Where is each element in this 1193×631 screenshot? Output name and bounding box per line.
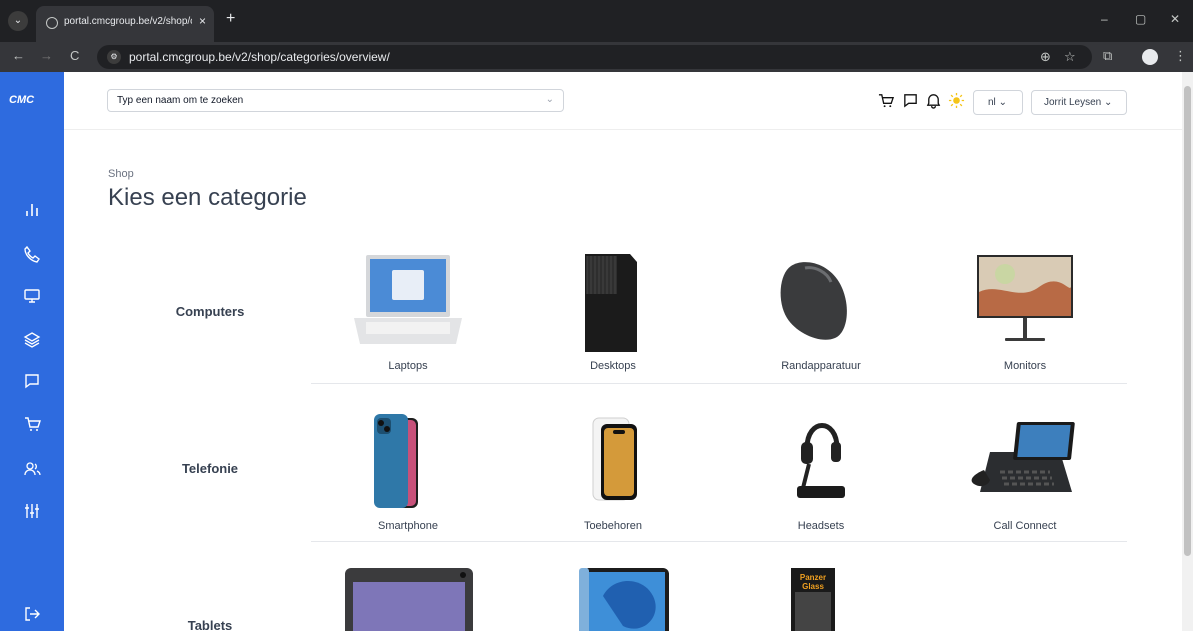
product-label: Desktops: [590, 360, 636, 372]
product-label: Monitors: [1003, 360, 1047, 372]
smartphone-image: [374, 414, 418, 508]
chevron-down-icon: ⌄: [998, 97, 1007, 108]
cart-icon[interactable]: [23, 415, 41, 433]
back-button[interactable]: ←: [12, 48, 25, 63]
sidebar: CMC: [0, 72, 64, 631]
tab-close-button[interactable]: ×: [199, 14, 206, 28]
new-tab-button[interactable]: +: [226, 10, 235, 28]
product-monitors[interactable]: Monitors: [925, 252, 1125, 372]
chat-icon[interactable]: [902, 92, 919, 109]
laptop-image: [354, 255, 462, 344]
cmc-logo[interactable]: CMC: [9, 94, 34, 106]
ipad-image: [579, 568, 669, 631]
product-label: Toebehoren: [583, 520, 643, 532]
chevron-down-icon: ⌄: [1104, 97, 1113, 108]
address-bar[interactable]: ⚙ portal.cmcgroup.be/v2/shop/categories/…: [97, 45, 1092, 69]
tab-search-button[interactable]: ⌄: [8, 11, 28, 31]
chat-icon[interactable]: [23, 372, 41, 390]
product-desktops[interactable]: Desktops: [513, 252, 713, 372]
globe-icon: [46, 17, 58, 29]
desk-phone-image: [971, 422, 1075, 492]
category-label-telefonie: Telefonie: [181, 461, 239, 476]
screen-protector-image: [592, 417, 637, 501]
language-value: nl: [988, 97, 996, 108]
search-placeholder: Typ een naam om te zoeken: [117, 95, 244, 106]
browser-toolbar: ← → C ⚙ portal.cmcgroup.be/v2/shop/categ…: [0, 42, 1193, 72]
search-select[interactable]: Typ een naam om te zoeken ⌄: [107, 89, 564, 112]
product-tablet-2[interactable]: [513, 566, 713, 631]
bell-icon[interactable]: [925, 92, 942, 109]
scrollbar-thumb[interactable]: [1184, 86, 1191, 556]
product-label: Call Connect: [993, 520, 1057, 532]
product-call-connect[interactable]: Call Connect: [925, 412, 1125, 532]
mouse-image: [780, 262, 847, 340]
tablet-image: [345, 568, 473, 631]
chart-icon[interactable]: [23, 200, 41, 218]
category-divider: [311, 383, 1127, 384]
tab-title: portal.cmcgroup.be/v2/shop/c: [64, 16, 192, 27]
forward-button[interactable]: →: [40, 48, 53, 63]
headset-image: [797, 423, 845, 498]
extensions-icon[interactable]: ⧉: [1103, 48, 1112, 64]
product-label: Randapparatuur: [781, 360, 861, 372]
product-headsets[interactable]: Headsets: [721, 412, 921, 532]
bookmark-star-icon[interactable]: ☆: [1064, 49, 1076, 65]
top-header: Typ een naam om te zoeken ⌄ nl ⌄ Jorrit …: [64, 72, 1182, 130]
product-laptops[interactable]: Laptops: [308, 252, 508, 372]
profile-icon[interactable]: [1142, 49, 1158, 65]
product-tablet-1[interactable]: [308, 566, 508, 631]
sliders-icon[interactable]: [23, 502, 41, 520]
cart-icon[interactable]: [878, 92, 895, 109]
category-label-computers: Computers: [175, 304, 245, 319]
panzerglass-image: Panzer Glass: [791, 568, 835, 631]
users-icon[interactable]: [23, 460, 41, 478]
user-name: Jorrit Leysen: [1044, 97, 1102, 108]
minimize-button[interactable]: –: [1101, 12, 1108, 26]
product-toebehoren[interactable]: Toebehoren: [513, 412, 713, 532]
product-randapparatuur[interactable]: Randapparatuur: [721, 252, 921, 372]
layers-icon[interactable]: [23, 331, 41, 349]
scrollbar[interactable]: [1182, 72, 1193, 631]
product-smartphone[interactable]: Smartphone: [308, 412, 508, 532]
monitor-image: [977, 255, 1073, 341]
close-window-button[interactable]: ✕: [1170, 12, 1180, 26]
phone-icon[interactable]: [23, 245, 41, 263]
browser-tab[interactable]: portal.cmcgroup.be/v2/shop/c ×: [36, 6, 214, 42]
page-title: Kies een categorie: [108, 184, 307, 211]
logout-icon[interactable]: [23, 605, 41, 623]
site-info-icon[interactable]: ⚙: [107, 50, 121, 64]
chevron-down-icon: ⌄: [545, 94, 554, 105]
desktop-image: [585, 254, 637, 352]
monitor-icon[interactable]: [23, 287, 41, 305]
category-divider: [311, 541, 1127, 542]
zoom-icon[interactable]: ⊕: [1040, 49, 1051, 65]
svg-text:Panzer: Panzer: [800, 573, 826, 582]
maximize-button[interactable]: ▢: [1135, 12, 1146, 26]
category-label-tablets: Tablets: [187, 618, 233, 631]
product-label: Headsets: [797, 520, 845, 532]
sun-icon[interactable]: [948, 92, 965, 109]
svg-text:Glass: Glass: [802, 582, 824, 591]
language-select[interactable]: nl ⌄: [973, 90, 1023, 115]
breadcrumb[interactable]: Shop: [108, 168, 134, 180]
menu-dots-icon[interactable]: ⋮: [1174, 48, 1187, 64]
product-tablet-3[interactable]: Panzer Glass: [713, 566, 913, 631]
url-text[interactable]: portal.cmcgroup.be/v2/shop/categories/ov…: [129, 50, 390, 64]
user-menu[interactable]: Jorrit Leysen ⌄: [1031, 90, 1127, 115]
reload-button[interactable]: C: [70, 48, 79, 63]
product-label: Smartphone: [378, 520, 438, 532]
browser-tab-bar: ⌄ portal.cmcgroup.be/v2/shop/c × + – ▢ ✕: [0, 0, 1193, 42]
product-label: Laptops: [388, 360, 428, 372]
